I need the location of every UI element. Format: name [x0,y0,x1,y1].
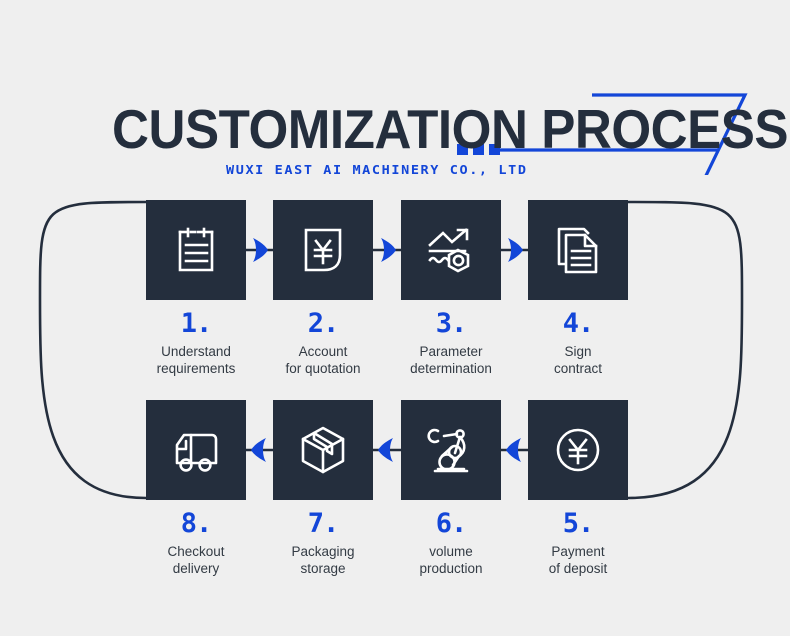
robot-arm-icon [422,421,480,479]
step-2[interactable]: 2. Account for quotation [273,200,373,377]
step-3-label: Parameter determination [401,343,501,377]
step-4[interactable]: 4. Sign contract [528,200,628,377]
right-loop-connector [628,202,742,498]
package-box-icon [294,421,352,479]
step-8[interactable]: 8. Checkout delivery [146,400,246,577]
step-7-number: 7. [273,510,373,537]
page-title: CUSTOMIZATION PROCESS [112,102,788,157]
step-4-number: 4. [528,310,628,337]
step-5[interactable]: 5. Payment of deposit [528,400,628,577]
step-5-icon-box [528,400,628,500]
step-4-label: Sign contract [528,343,628,377]
step-7-icon-box [273,400,373,500]
step-1[interactable]: 1. Understand requirements [146,200,246,377]
step-8-number: 8. [146,510,246,537]
step-2-icon-box [273,200,373,300]
step-2-label: Account for quotation [273,343,373,377]
step-4-icon-box [528,200,628,300]
clipboard-checklist-icon [167,221,225,279]
infographic-canvas: CUSTOMIZATION PROCESS WUXI EAST AI MACHI… [0,0,790,636]
step-6-label: volume production [401,543,501,577]
chart-arrow-nut-icon [422,221,480,279]
step-3[interactable]: 3. Parameter determination [401,200,501,377]
flow-connectors [0,175,790,636]
step-6-icon-box [401,400,501,500]
step-8-icon-box [146,400,246,500]
header: CUSTOMIZATION PROCESS WUXI EAST AI MACHI… [0,40,790,175]
step-3-number: 3. [401,310,501,337]
process-flow: 1. Understand requirements 2. Account fo… [0,175,790,636]
step-1-number: 1. [146,310,246,337]
documents-stack-icon [549,221,607,279]
step-7[interactable]: 7. Packaging storage [273,400,373,577]
delivery-truck-icon [167,421,225,479]
step-3-icon-box [401,200,501,300]
yuan-document-icon [294,221,352,279]
step-5-label: Payment of deposit [528,543,628,577]
step-6-number: 6. [401,510,501,537]
step-1-icon-box [146,200,246,300]
yuan-coin-icon [549,421,607,479]
step-2-number: 2. [273,310,373,337]
left-loop-connector [40,202,146,498]
step-5-number: 5. [528,510,628,537]
step-8-label: Checkout delivery [146,543,246,577]
step-6[interactable]: 6. volume production [401,400,501,577]
step-7-label: Packaging storage [273,543,373,577]
step-1-label: Understand requirements [146,343,246,377]
